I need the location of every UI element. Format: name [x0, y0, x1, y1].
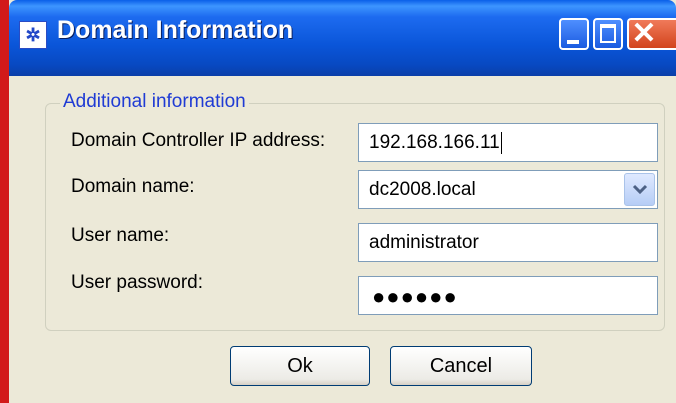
dialog-window: ✲ Domain Information ✕ Additional inform… [9, 0, 676, 403]
user-name-value: administrator [369, 232, 479, 253]
password-label: User password: [71, 272, 203, 293]
close-button[interactable]: ✕ [627, 17, 676, 50]
password-input[interactable]: ●●●●●● [358, 276, 658, 315]
dropdown-button[interactable] [624, 173, 655, 206]
maximize-icon [600, 24, 616, 43]
dc-ip-value: 192.168.166.11 [369, 132, 500, 154]
close-icon: ✕ [631, 17, 657, 50]
window-title: Domain Information [57, 16, 294, 44]
user-name-input[interactable]: administrator [358, 223, 658, 262]
background-edge [0, 0, 9, 403]
text-caret [500, 132, 502, 154]
group-legend: Additional information [60, 91, 249, 113]
password-mask: ●●●●●● [372, 284, 458, 309]
chevron-down-icon [632, 184, 648, 195]
maximize-button[interactable] [593, 18, 623, 50]
dc-ip-input[interactable]: 192.168.166.11 [358, 123, 658, 162]
domain-name-label: Domain name: [71, 176, 195, 197]
cancel-button[interactable]: Cancel [390, 346, 532, 386]
user-name-label: User name: [71, 225, 170, 246]
ok-button[interactable]: Ok [230, 346, 370, 386]
app-icon: ✲ [19, 21, 47, 49]
minimize-button[interactable] [559, 18, 589, 50]
domain-name-select[interactable]: dc2008.local [358, 170, 658, 209]
domain-name-value: dc2008.local [369, 179, 476, 200]
title-bar[interactable]: ✲ Domain Information ✕ [9, 0, 676, 76]
minimize-icon [567, 40, 579, 44]
dc-ip-label: Domain Controller IP address: [71, 130, 326, 151]
